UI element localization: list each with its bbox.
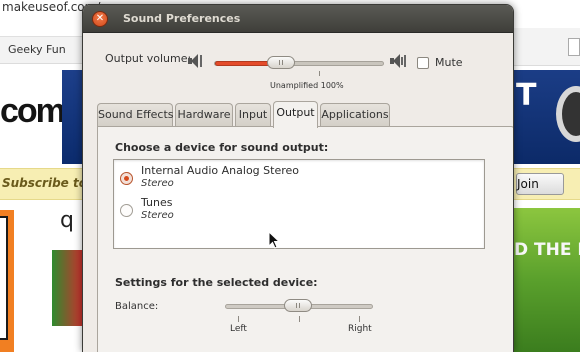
close-button[interactable]: ✕ <box>92 11 108 27</box>
sidebar-ad-frame <box>0 216 8 340</box>
gift-image[interactable] <box>52 250 82 326</box>
list-item[interactable]: Tunes Stereo <box>114 194 484 226</box>
balance-right-label: Right <box>348 324 372 334</box>
join-button[interactable]: Join <box>516 173 564 195</box>
tab-hardware[interactable]: Hardware <box>175 103 233 127</box>
device-radio[interactable] <box>120 204 133 217</box>
tab-output[interactable]: Output <box>273 101 318 128</box>
balance-left-tick <box>238 316 239 322</box>
ad-glyph: q <box>60 208 74 233</box>
balance-center-tick <box>299 316 300 322</box>
balance-left-label: Left <box>230 324 247 334</box>
choose-device-heading: Choose a device for sound output: <box>115 141 329 154</box>
balance-label: Balance: <box>115 301 159 312</box>
device-profile: Stereo <box>141 178 174 189</box>
unamplified-label: Unamplified 100% <box>270 81 344 90</box>
settings-heading: Settings for the selected device: <box>115 276 318 289</box>
mouse-cursor-icon <box>268 231 280 249</box>
balance-right-tick <box>359 316 360 322</box>
device-name: Tunes <box>141 196 173 209</box>
window-title: Sound Preferences <box>123 12 241 25</box>
promo-banner-text: D THE RI <box>514 240 580 260</box>
subscribe-text: Subscribe to <box>2 176 87 190</box>
close-icon: ✕ <box>95 13 105 24</box>
speaker-high-icon <box>389 53 407 69</box>
header-banner <box>62 70 82 164</box>
balance-slider-thumb[interactable] <box>284 299 312 312</box>
unamplified-tick <box>319 71 320 76</box>
banner-letter: T <box>516 78 537 113</box>
volume-slider-thumb[interactable] <box>267 56 295 69</box>
right-header <box>514 0 580 28</box>
mute-checkbox[interactable] <box>417 57 429 69</box>
tab-sound-effects[interactable]: Sound Effects <box>97 103 174 127</box>
output-device-list[interactable]: Internal Audio Analog Stereo Stereo Tune… <box>113 159 485 249</box>
tab-input[interactable]: Input <box>235 103 271 127</box>
output-volume-label: Output volume: <box>105 52 192 65</box>
speaker-low-icon <box>187 53 205 69</box>
device-name: Internal Audio Analog Stereo <box>141 164 299 177</box>
tab-applications[interactable]: Applications <box>320 103 390 127</box>
site-logo[interactable]: com <box>0 92 66 131</box>
volume-slider-track[interactable] <box>214 61 384 66</box>
sound-preferences-window: ✕ Sound Preferences Output volume: Unamp… <box>82 4 514 352</box>
promo-banner[interactable] <box>514 208 580 352</box>
mute-label[interactable]: Mute <box>435 56 463 69</box>
device-radio-selected[interactable] <box>120 172 133 185</box>
nav-item-geeky-fun[interactable]: Geeky Fun <box>8 43 66 56</box>
site-search-input[interactable] <box>568 38 580 56</box>
title-bar[interactable]: ✕ Sound Preferences <box>83 5 513 33</box>
device-profile: Stereo <box>141 210 174 221</box>
list-item[interactable]: Internal Audio Analog Stereo Stereo <box>114 162 484 194</box>
